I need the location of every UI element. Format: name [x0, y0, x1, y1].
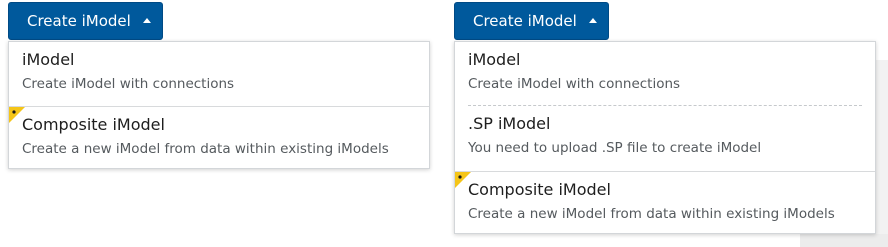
caret-up-icon — [142, 18, 151, 23]
menu-item-description: Create a new iModel from data within exi… — [22, 141, 389, 157]
background-page-edge-bottom — [800, 234, 888, 247]
menu-item-title: .SP iModel — [468, 114, 551, 133]
create-imodel-menu: iModel Create iModel with connections .S… — [454, 41, 876, 234]
menu-item-description: Create iModel with connections — [468, 76, 681, 92]
caret-up-icon — [588, 18, 597, 23]
create-imodel-button[interactable]: Create iModel — [8, 2, 163, 40]
menu-item-description: You need to upload .SP file to create iM… — [468, 140, 762, 156]
menu-item-imodel[interactable]: iModel Create iModel with connections — [455, 42, 875, 105]
create-imodel-button-label: Create iModel — [27, 12, 131, 30]
menu-item-title: Composite iModel — [22, 115, 165, 134]
menu-item-description: Create a new iModel from data within exi… — [468, 206, 835, 222]
new-feature-flag-icon — [9, 107, 25, 123]
create-imodel-button[interactable]: Create iModel — [454, 2, 609, 40]
background-page-edge — [876, 60, 888, 247]
menu-item-sp-imodel[interactable]: .SP iModel You need to upload .SP file t… — [455, 106, 875, 171]
new-feature-flag-icon — [455, 172, 471, 188]
menu-item-composite-imodel[interactable]: Composite iModel Create a new iModel fro… — [9, 107, 429, 169]
menu-item-description: Create iModel with connections — [22, 76, 235, 92]
create-imodel-menu: iModel Create iModel with connections Co… — [8, 41, 430, 169]
menu-item-imodel[interactable]: iModel Create iModel with connections — [9, 42, 429, 106]
menu-item-title: iModel — [22, 50, 75, 69]
menu-item-title: Composite iModel — [468, 180, 611, 199]
menu-item-composite-imodel[interactable]: Composite iModel Create a new iModel fro… — [455, 172, 875, 234]
create-imodel-button-label: Create iModel — [473, 12, 577, 30]
menu-item-title: iModel — [468, 50, 521, 69]
